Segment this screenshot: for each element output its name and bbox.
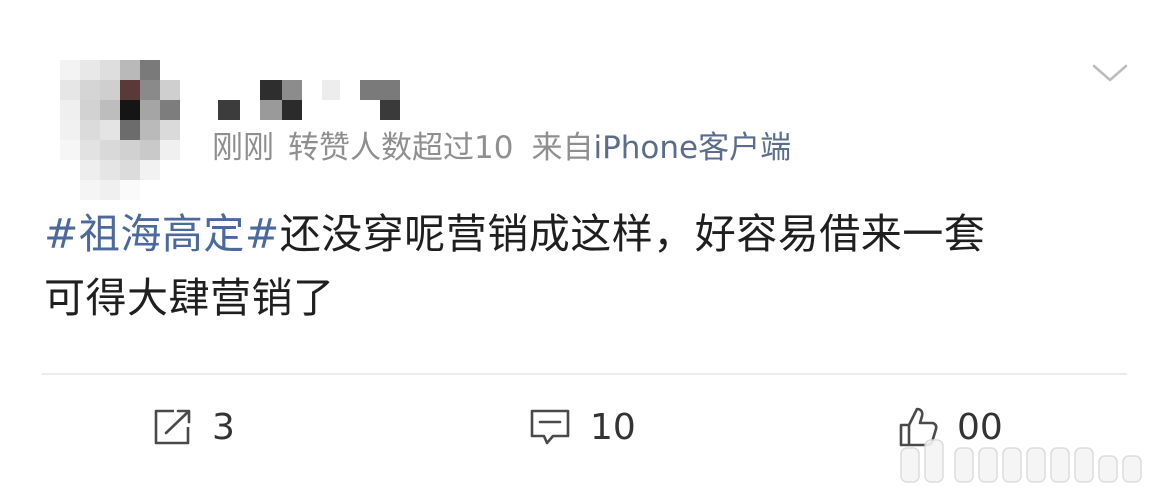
post-text-line1: 还没穿呢营销成这样，好容易借来一套: [279, 210, 986, 258]
hashtag-link[interactable]: #祖海高定#: [44, 210, 280, 258]
comment-button[interactable]: 10: [528, 405, 636, 449]
comment-count: 10: [590, 406, 636, 448]
post-text-line2: 可得大肆营销了: [44, 274, 335, 322]
chevron-down-icon: [1092, 64, 1128, 82]
post-time: 刚刚: [212, 130, 274, 166]
watermark-overlay: [900, 439, 1142, 483]
comment-icon: [530, 409, 570, 445]
username-redacted[interactable]: [218, 80, 408, 120]
post-meta: 刚刚 转赞人数超过10 来自iPhone客户端: [212, 128, 791, 168]
post-body: #祖海高定#还没穿呢营销成这样，好容易借来一套 可得大肆营销了: [44, 202, 1124, 330]
source-client[interactable]: iPhone客户端: [593, 130, 791, 166]
post-options-button[interactable]: [1090, 58, 1130, 88]
post-line-1: #祖海高定#还没穿呢营销成这样，好容易借来一套: [44, 202, 1124, 266]
repost-button[interactable]: 3: [152, 405, 235, 449]
weibo-post-card: 刚刚 转赞人数超过10 来自iPhone客户端 #祖海高定#还没穿呢营销成这样，好容…: [0, 0, 1161, 487]
repost-icon: [154, 409, 191, 445]
repost-note: 转赞人数超过10: [288, 130, 514, 166]
repost-count: 3: [212, 406, 235, 448]
divider: [42, 373, 1127, 375]
source-prefix: 来自: [531, 130, 594, 166]
avatar[interactable]: [60, 60, 180, 200]
